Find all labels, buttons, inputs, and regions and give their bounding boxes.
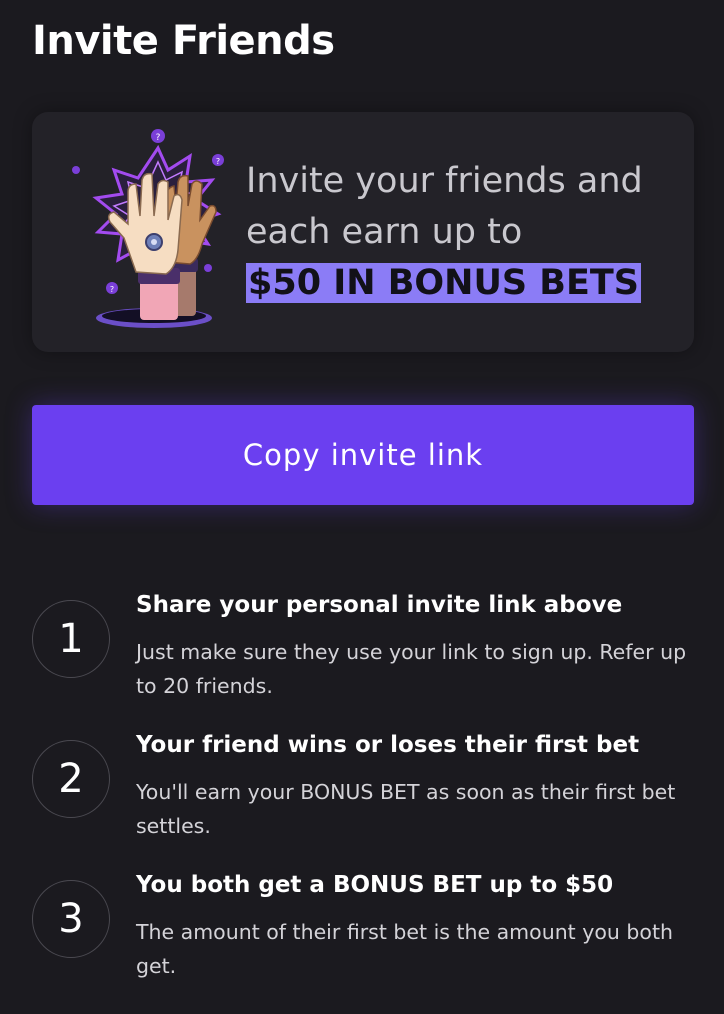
promo-line-1: Invite your friends and xyxy=(246,161,643,201)
svg-text:?: ? xyxy=(156,133,161,143)
invite-friends-page: Invite Friends ? ? ? Invite your friends… xyxy=(0,0,724,1014)
promo-bonus-highlight: $50 IN BONUS BETS xyxy=(246,263,641,303)
promo-text: Invite your friends and each earn up to … xyxy=(246,156,666,309)
step-description: You'll earn your BONUS BET as soon as th… xyxy=(136,780,676,838)
step-item: 2 Your friend wins or loses their first … xyxy=(32,730,702,870)
step-number-badge: 2 xyxy=(32,740,110,818)
promo-card: ? ? ? Invite your friends and each earn … xyxy=(32,112,694,352)
step-title: Your friend wins or loses their first be… xyxy=(136,732,640,758)
high-five-hands-icon: ? ? ? xyxy=(72,129,224,328)
copy-invite-link-button[interactable]: Copy invite link xyxy=(32,405,694,505)
step-number-badge: 1 xyxy=(32,600,110,678)
promo-line-2: each earn up to xyxy=(246,212,523,252)
step-number-badge: 3 xyxy=(32,880,110,958)
svg-text:?: ? xyxy=(216,157,220,166)
svg-text:?: ? xyxy=(110,285,114,294)
step-description: Just make sure they use your link to sig… xyxy=(136,640,687,698)
step-item: 3 You both get a BONUS BET up to $50 The… xyxy=(32,870,702,1010)
step-description: The amount of their first bet is the amo… xyxy=(136,920,674,978)
step-item: 1 Share your personal invite link above … xyxy=(32,590,702,730)
page-title: Invite Friends xyxy=(32,18,335,64)
steps-list: 1 Share your personal invite link above … xyxy=(32,590,702,1010)
step-title: You both get a BONUS BET up to $50 xyxy=(136,872,614,898)
step-title: Share your personal invite link above xyxy=(136,592,623,618)
